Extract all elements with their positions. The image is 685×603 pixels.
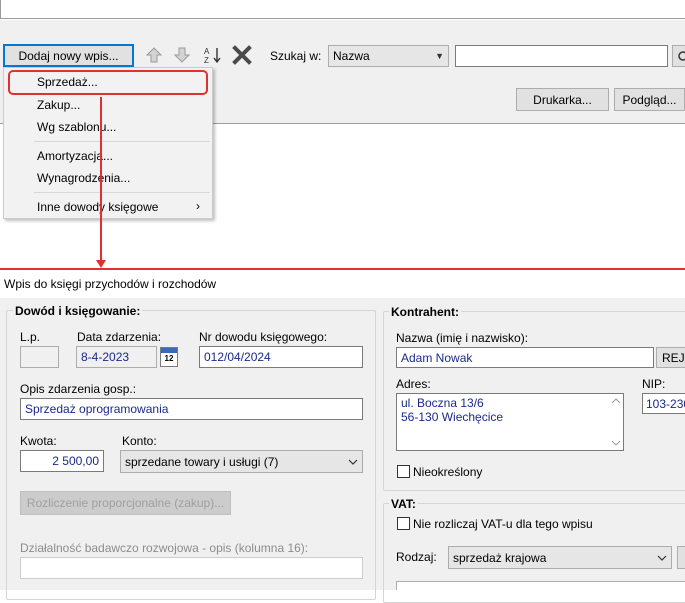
search-in-label: Szukaj w: — [270, 49, 322, 63]
vat-table — [396, 581, 685, 590]
contractor-name-label: Nazwa (imię i nazwisko): — [396, 331, 529, 345]
vat-kind-label: Rodzaj: — [396, 550, 437, 564]
description-label: Opis zdarzenia gosp.: — [20, 382, 137, 396]
search-input[interactable] — [455, 45, 668, 67]
address-label: Adres: — [396, 377, 431, 391]
preview-button[interactable]: Podgląd... — [614, 88, 685, 111]
undefined-label: Nieokreślony — [413, 465, 483, 479]
menu-separator — [34, 192, 210, 193]
chevron-down-icon — [348, 459, 358, 465]
menu-item-purchase[interactable]: Zakup... — [4, 94, 212, 116]
amount-label: Kwota: — [20, 434, 57, 448]
address-field[interactable]: ul. Boczna 13/6 56-130 Wiechęcice — [396, 393, 624, 451]
move-down-icon[interactable] — [171, 44, 193, 66]
account-select[interactable]: sprzedane towary i usługi (7) — [120, 450, 363, 473]
address-scrollbar[interactable] — [609, 394, 623, 450]
search-icon — [678, 51, 685, 61]
vat-kind-select[interactable]: sprzedaż krajowa — [448, 546, 672, 569]
vat-extra-button[interactable] — [677, 546, 685, 569]
account-label: Konto: — [122, 434, 157, 448]
calendar-icon[interactable]: 12 — [160, 347, 178, 367]
chevron-right-icon: › — [196, 199, 200, 213]
amount-field[interactable]: 2 500,00 — [20, 450, 104, 472]
highlight-annotation — [8, 70, 208, 95]
svg-text:A: A — [204, 47, 210, 56]
arrow-head-icon — [96, 260, 106, 268]
menu-item-depreciation[interactable]: Amortyzacja... — [4, 145, 212, 167]
chevron-down-icon — [657, 555, 667, 561]
calendar-day: 12 — [164, 354, 174, 363]
svg-text:Z: Z — [204, 56, 209, 65]
undefined-checkbox[interactable] — [397, 465, 410, 478]
doc-number-label: Nr dowodu księgowego: — [199, 330, 328, 344]
chevron-down-icon: ▼ — [435, 51, 444, 61]
search-field-select[interactable]: Nazwa ▼ — [328, 45, 449, 67]
top-strip-edge — [0, 0, 1, 19]
vat-kind-value: sprzedaż krajowa — [453, 550, 547, 565]
contractor-name-field[interactable]: Adam Nowak — [396, 347, 654, 368]
doc-number-field[interactable]: 012/04/2024 — [199, 346, 363, 368]
add-entry-button[interactable]: Dodaj nowy wpis... — [3, 44, 134, 67]
date-label: Data zdarzenia: — [77, 330, 162, 344]
rnd-label: Działalność badawczo rozwojowa - opis (k… — [20, 541, 309, 555]
description-field[interactable]: Sprzedaż oprogramowania — [20, 398, 363, 420]
menu-item-template[interactable]: Wg szablonu... — [4, 116, 212, 138]
delete-icon[interactable] — [231, 44, 253, 66]
contractor-legend: Kontrahent: — [389, 305, 461, 319]
menu-item-other-label: Inne dowody księgowe — [37, 200, 159, 214]
top-content-strip — [0, 0, 685, 19]
proportional-settlement-button[interactable]: Rozliczenie proporcjonalne (zakup)... — [20, 491, 231, 515]
register-button[interactable]: REJE — [656, 347, 685, 368]
lp-label: L.p. — [20, 330, 41, 344]
sort-az-icon[interactable]: A Z — [202, 44, 224, 66]
booking-legend: Dowód i księgowanie: — [13, 304, 143, 318]
date-field[interactable]: 8-4-2023 — [76, 346, 157, 368]
no-vat-checkbox[interactable] — [397, 517, 410, 530]
nip-field[interactable]: 103-230 — [642, 393, 685, 414]
menu-separator — [34, 141, 210, 142]
account-value: sprzedane towary i usługi (7) — [125, 454, 279, 469]
dialog-title: Wpis do księgi przychodów i rozchodów — [0, 270, 685, 298]
address-line-1: ul. Boczna 13/6 — [401, 396, 484, 410]
vat-legend: VAT: — [389, 497, 418, 511]
search-button[interactable] — [672, 45, 685, 67]
nip-label: NIP: — [642, 377, 666, 391]
lp-field — [20, 346, 59, 368]
menu-item-other-documents[interactable]: Inne dowody księgowe › — [4, 196, 212, 218]
search-field-value: Nazwa — [333, 49, 370, 63]
no-vat-label: Nie rozliczaj VAT-u dla tego wpisu — [413, 517, 593, 531]
address-line-2: 56-130 Wiechęcice — [401, 410, 504, 424]
printer-button[interactable]: Drukarka... — [516, 88, 609, 111]
rnd-field[interactable] — [20, 557, 363, 579]
menu-item-salaries[interactable]: Wynagrodzenia... — [4, 167, 212, 189]
move-up-icon[interactable] — [143, 44, 165, 66]
arrow-annotation — [100, 97, 102, 263]
